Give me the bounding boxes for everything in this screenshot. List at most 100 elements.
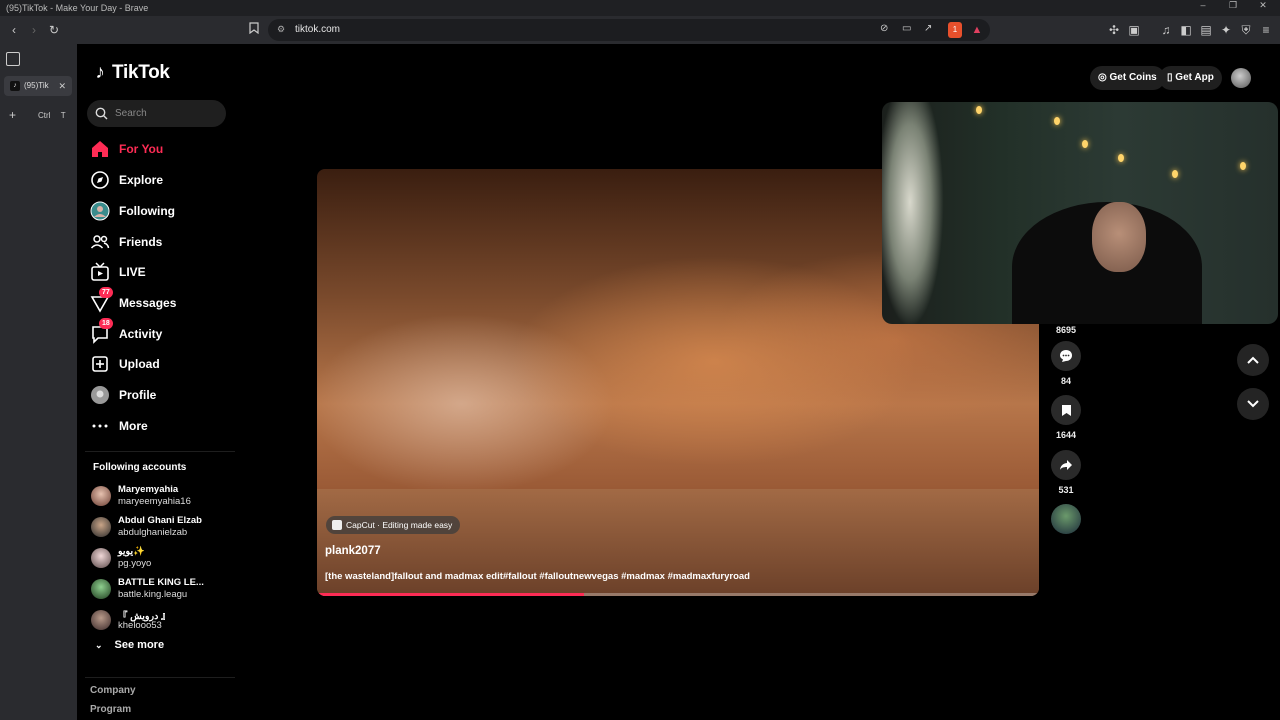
following-account[interactable]: BATTLE KING LE... battle.king.leagu [91,577,241,603]
nav-following[interactable]: Following [90,199,230,223]
upload-icon [92,356,108,372]
video-progress-bar[interactable] [317,593,1039,596]
next-video-button[interactable] [1237,388,1269,420]
get-coins-button[interactable]: ◎ Get Coins [1090,66,1165,90]
back-icon[interactable]: ‹ [6,22,22,38]
capcut-tag[interactable]: CapCut · Editing made easy [326,516,461,534]
user-avatar[interactable] [1231,68,1251,88]
chevron-down-icon: ⌄ [95,640,103,650]
nav-for-you[interactable]: For You [90,137,230,161]
nav-friends[interactable]: Friends [90,230,230,254]
close-tab-icon[interactable]: ✕ [58,76,66,96]
share-count: 531 [1058,485,1074,495]
following-account[interactable]: 『 درويش 』 khelooo53 [91,608,241,634]
wallet-icon[interactable]: ▤ [1198,22,1214,38]
flower-decoration [882,102,952,324]
comment-count: 84 [1060,376,1071,386]
nav-label: Messages [119,296,177,310]
extensions-icon[interactable]: ✣ [1106,22,1122,38]
minimize-icon[interactable]: – [1188,0,1218,16]
cast-icon[interactable]: ▭ [902,23,911,34]
footer-link-company[interactable]: Company [90,685,136,696]
tab-title: (95)Tik [24,81,49,90]
string-light [1172,170,1178,178]
string-light [976,106,982,114]
comment-icon[interactable] [1051,341,1081,371]
window-title-bar: (95)TikTok - Make Your Day - Brave [0,0,1280,16]
previous-video-button[interactable] [1237,344,1269,376]
following-account[interactable]: Abdul Ghani Elzab abdulghanielzab [91,515,241,541]
brave-shield-icon[interactable]: 1 [948,22,962,38]
brave-rewards-icon[interactable]: ▲ [970,22,984,38]
close-window-icon[interactable]: ✕ [1248,0,1278,16]
restore-icon[interactable]: ❐ [1218,0,1248,16]
nav-live[interactable]: LIVE [90,260,230,284]
sound-action[interactable] [1051,504,1081,534]
video-description[interactable]: [the wasteland]fallout and madmax edit#f… [325,571,750,582]
following-account[interactable]: يويو✨ pg.yoyo [91,546,241,572]
footer-link-program[interactable]: Program [90,704,131,715]
following-account[interactable]: Maryemyahia maryeemyahia16 [91,484,241,510]
share-icon[interactable] [1051,450,1081,480]
video-author[interactable]: plank2077 [325,545,381,557]
get-coins-label: Get Coins [1109,72,1157,83]
nav-more[interactable]: More [90,414,230,438]
messages-badge: 77 [99,287,113,298]
nav-profile[interactable]: Profile [90,383,230,407]
nav-label: Explore [119,173,164,187]
bookmark-icon[interactable] [1051,395,1081,425]
nav-label: Upload [119,357,160,371]
chevron-down-icon [1247,400,1259,408]
nav-label: LIVE [119,265,146,279]
avatar [91,579,111,599]
avatar [91,548,111,568]
comment-action[interactable]: 84 [1051,341,1081,386]
tab-panel-toggle-icon[interactable] [6,52,20,66]
account-name: يويو✨ [118,546,145,557]
capcut-icon [332,520,342,530]
tiktok-logo[interactable]: ♪ TikTok [92,62,170,84]
shortcut-modifier: Ctrl [38,111,51,120]
share-action[interactable]: 531 [1051,450,1081,495]
sidebar-toggle-icon[interactable]: ◧ [1178,22,1194,38]
streamer-head [1092,202,1146,272]
tab-tiktok[interactable]: ♪ (95)Tik ✕ [4,76,72,96]
tiktok-favicon-icon: ♪ [10,81,20,91]
nav-activity[interactable]: 18 Activity [90,318,230,346]
nav-explore[interactable]: Explore [90,168,230,192]
nav-messages[interactable]: 77 Messages [90,287,230,315]
account-handle: abdulghanielzab [118,527,188,538]
nav-upload[interactable]: Upload [90,352,230,376]
new-tab-icon[interactable]: + [9,108,16,122]
search-input[interactable]: Search [87,100,226,127]
account-handle: maryeemyahia16 [118,496,191,507]
share-icon[interactable]: ↗ [924,23,932,34]
search-icon [95,107,108,120]
address-bar[interactable]: ⚙ tiktok.com ⊘ ▭ ↗ 1 ▲ [268,19,990,41]
menu-icon[interactable]: ≡ [1258,22,1274,38]
reload-icon[interactable]: ↻ [46,22,62,38]
new-tab-shortcut: Ctrl T [38,111,66,120]
vertical-tab-strip: ♪ (95)Tik ✕ + Ctrl T [0,44,77,720]
account-name: Abdul Ghani Elzab [118,515,202,526]
url-text: tiktok.com [295,24,341,35]
get-app-button[interactable]: ▯ Get App [1159,66,1222,90]
screenshot-icon[interactable]: ▣ [1126,22,1142,38]
forward-icon[interactable]: › [26,22,42,38]
string-light [1054,117,1060,125]
sidebar-divider [85,677,235,678]
bookmark-icon[interactable] [246,22,262,38]
save-action[interactable]: 1644 [1051,395,1081,440]
activity-badge: 18 [99,318,113,329]
vpn-icon[interactable]: ⛨ [1238,22,1254,38]
nav-label: Profile [119,388,157,402]
leo-ai-icon[interactable]: ✦ [1218,22,1234,38]
no-tracking-icon[interactable]: ⊘ [880,23,888,34]
see-more-button[interactable]: ⌄ See more [95,639,164,651]
site-settings-icon[interactable]: ⚙ [277,24,285,35]
music-disc-icon[interactable] [1051,504,1081,534]
following-icon [90,201,110,221]
chevron-up-icon [1247,356,1259,364]
media-icon[interactable]: ♫ [1158,22,1174,38]
save-count: 1644 [1055,430,1077,440]
